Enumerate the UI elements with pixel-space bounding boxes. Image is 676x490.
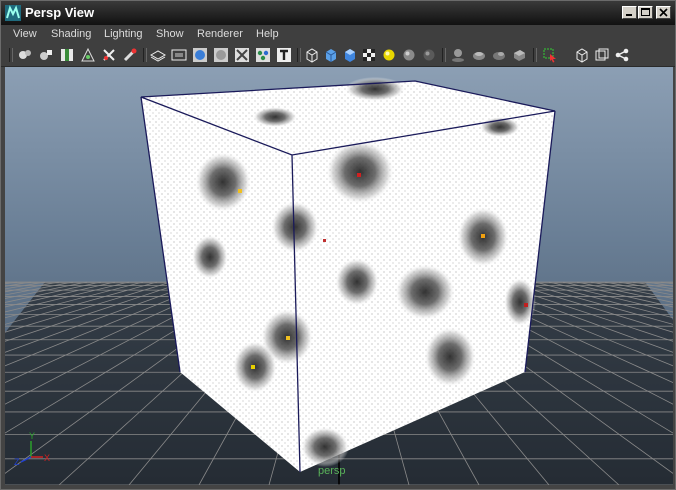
cube-lit-icon[interactable] (342, 47, 358, 63)
maximize-icon (641, 8, 650, 16)
maya-app-icon (5, 5, 21, 21)
minimize-icon (626, 14, 632, 16)
menu-help[interactable]: Help (256, 28, 279, 40)
flat-shade-icon[interactable] (213, 47, 229, 63)
default-light-icon[interactable] (381, 47, 397, 63)
camera-name-label: persp (318, 465, 346, 477)
ambient-occlusion-icon[interactable] (471, 47, 487, 63)
viewport-scene: Y X Z (5, 77, 673, 485)
xray-icon[interactable] (234, 47, 250, 63)
menu-lighting[interactable]: Lighting (104, 28, 143, 40)
select-camera-icon[interactable] (542, 47, 558, 63)
camera-attributes-icon[interactable] (17, 47, 33, 63)
sphere-dark-icon[interactable] (421, 47, 437, 63)
image-plane-icon[interactable] (59, 47, 75, 63)
bookmark-icon[interactable] (38, 47, 54, 63)
title-bar[interactable]: Persp View (1, 1, 675, 25)
checker-icon[interactable] (361, 47, 377, 63)
minimize-button[interactable] (622, 6, 637, 19)
toolbar-separator (533, 48, 537, 62)
axis-y-label: Y (29, 431, 35, 441)
persp-view-window: Persp View View Shading Lighting Show Re… (0, 0, 676, 490)
menu-renderer[interactable]: Renderer (197, 28, 243, 40)
motion-blur-icon[interactable] (491, 47, 507, 63)
resolution-gate-icon[interactable] (171, 47, 187, 63)
depth-of-field-icon[interactable] (511, 47, 527, 63)
menu-view[interactable]: View (13, 28, 37, 40)
maximize-button[interactable] (638, 6, 653, 19)
toolbar-separator (9, 48, 13, 62)
perspective-viewport[interactable]: Y X Z persp (5, 67, 673, 485)
grid-view-icon[interactable] (80, 47, 96, 63)
isolate-select-icon[interactable] (574, 47, 590, 63)
close-button[interactable] (656, 6, 671, 19)
viewport-toolbar (1, 44, 675, 67)
smooth-shade-icon[interactable] (192, 47, 208, 63)
toolbar-separator (442, 48, 446, 62)
sphere-icon[interactable] (401, 47, 417, 63)
wireframe-icon[interactable] (150, 47, 166, 63)
menu-shading[interactable]: Shading (51, 28, 91, 40)
close-icon (659, 8, 668, 17)
frame-all-icon[interactable] (594, 47, 610, 63)
toolbar-separator (297, 48, 301, 62)
film-gate-icon[interactable] (122, 47, 138, 63)
axis-z-label: Z (14, 457, 20, 467)
menu-show[interactable]: Show (156, 28, 184, 40)
hierarchy-icon[interactable] (614, 47, 630, 63)
shadow-icon[interactable] (450, 47, 466, 63)
menu-bar: View Shading Lighting Show Renderer Help (1, 25, 675, 44)
cube-shaded-icon[interactable] (323, 47, 339, 63)
textured-icon[interactable] (255, 47, 271, 63)
toolbar-separator (143, 48, 147, 62)
pivot-icon[interactable] (101, 47, 117, 63)
cube-wire-icon[interactable] (304, 47, 320, 63)
text-icon[interactable] (276, 47, 292, 63)
window-title: Persp View (25, 5, 95, 20)
axis-x-label: X (44, 453, 50, 463)
